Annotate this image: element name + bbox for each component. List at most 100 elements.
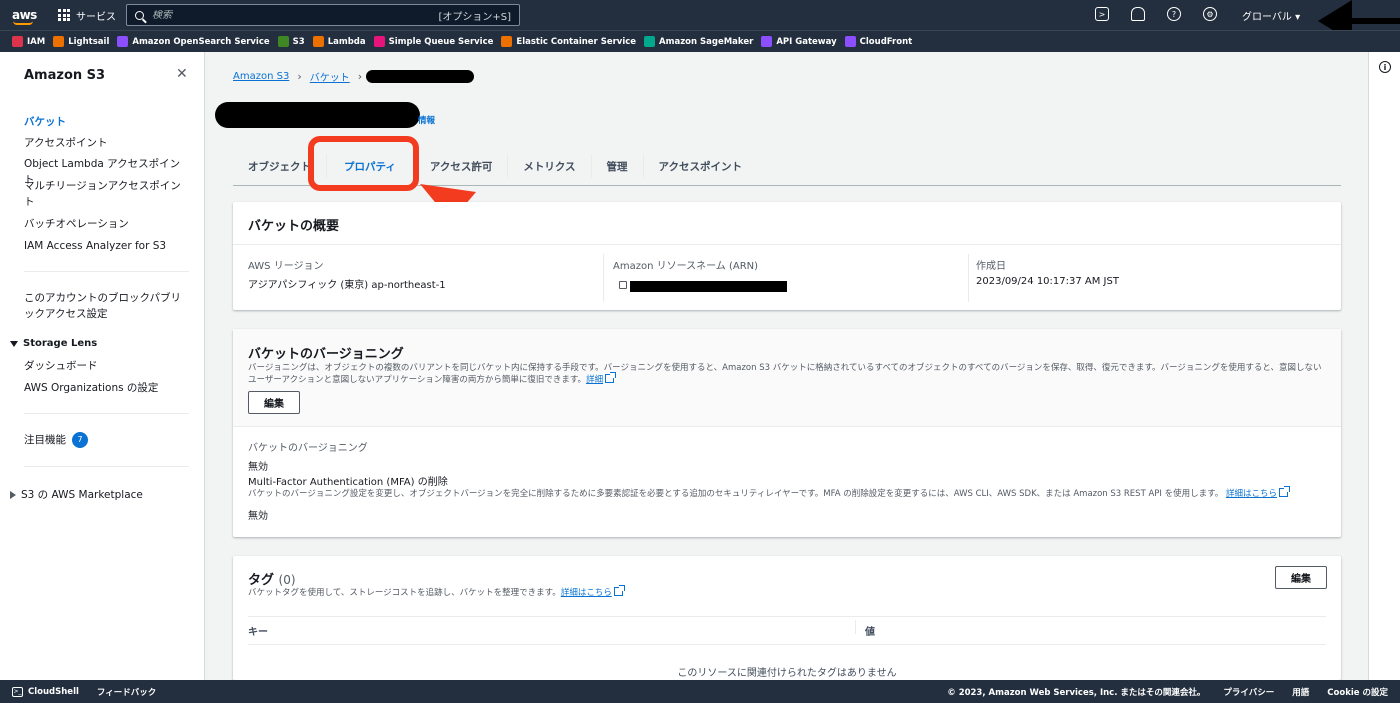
close-icon[interactable]: ✕ xyxy=(176,66,188,82)
sidebar-item-organizations[interactable]: AWS Organizations の設定 xyxy=(24,380,184,396)
search-input[interactable] xyxy=(152,9,432,21)
favorite-item[interactable]: Lambda xyxy=(312,36,366,47)
favorite-label: IAM xyxy=(27,36,46,47)
favorite-label: CloudFront xyxy=(859,36,913,47)
region-selector[interactable]: グローバル ▾ xyxy=(1242,8,1300,23)
favorite-label: Elastic Container Service xyxy=(516,36,637,47)
divider xyxy=(233,426,1341,427)
versioning-status-value: 無効 xyxy=(248,462,268,473)
footer: >_ CloudShell フィードバック © 2023, Amazon Web… xyxy=(0,680,1400,703)
favorite-item[interactable]: Amazon OpenSearch Service xyxy=(117,36,270,47)
breadcrumb: Amazon S3 › バケット › xyxy=(233,69,362,84)
favorite-label: Lambda xyxy=(327,36,366,47)
overview-panel: バケットの概要 AWS リージョン アジアパシフィック (東京) ap-nort… xyxy=(233,202,1341,310)
sidebar-divider xyxy=(24,466,189,467)
tab-permissions[interactable]: アクセス許可 xyxy=(415,154,509,178)
info-icon[interactable]: i xyxy=(1379,61,1391,73)
tags-title-text: タグ xyxy=(248,573,275,588)
favorite-label: API Gateway xyxy=(776,36,837,47)
tags-edit-button[interactable]: 編集 xyxy=(1275,566,1327,589)
services-label: サービス xyxy=(76,11,116,23)
chevron-right-icon: › xyxy=(357,70,363,83)
column-header-key[interactable]: キー xyxy=(248,623,268,638)
bell-icon[interactable] xyxy=(1131,7,1145,21)
mfa-delete-value: 無効 xyxy=(248,511,268,522)
footer-feedback[interactable]: フィードバック xyxy=(97,686,156,698)
footer-cookie-settings[interactable]: Cookie の設定 xyxy=(1327,686,1388,698)
external-link-icon xyxy=(1279,486,1290,497)
search-shortcut: [オプション+S] xyxy=(438,11,511,23)
sidebar-item-featured[interactable]: 注目機能 7 xyxy=(24,432,184,448)
aws-logo[interactable]: aws xyxy=(12,8,38,25)
sidebar-divider xyxy=(24,271,189,272)
tags-desc-text: バケットタグを使用して、ストレージコストを追跡し、バケットを整理できます。 xyxy=(248,588,561,598)
versioning-edit-button[interactable]: 編集 xyxy=(248,391,300,414)
column-header-value[interactable]: 値 xyxy=(865,623,875,638)
tab-metrics[interactable]: メトリクス xyxy=(508,154,592,178)
tab-access-points[interactable]: アクセスポイント xyxy=(644,154,757,178)
help-panel-rail: i xyxy=(1368,52,1400,680)
favorite-item[interactable]: CloudFront xyxy=(844,36,913,47)
sidebar-item-block-public-access[interactable]: このアカウントのブロックパブリックアクセス設定 xyxy=(24,290,184,322)
sidebar-item-dashboard[interactable]: ダッシュボード xyxy=(24,358,184,374)
caret-down-icon xyxy=(10,340,18,347)
services-menu-button[interactable]: サービス xyxy=(58,8,116,23)
tags-panel: タグ (0) バケットタグを使用して、ストレージコストを追跡し、バケットを整理で… xyxy=(233,556,1341,680)
mfa-learn-more-link[interactable]: 詳細はこちら xyxy=(1226,489,1277,499)
tags-title: タグ (0) xyxy=(248,569,296,588)
redacted-arn xyxy=(630,281,787,292)
footer-cloudshell[interactable]: CloudShell xyxy=(28,687,79,697)
gear-icon[interactable]: ⚙ xyxy=(1203,7,1217,21)
sidebar: Amazon S3 ✕ バケット アクセスポイント Object Lambda … xyxy=(0,52,205,680)
service-icon xyxy=(12,36,23,47)
sidebar-section-storage-lens[interactable]: Storage Lens xyxy=(10,338,97,349)
chevron-right-icon: › xyxy=(297,70,302,83)
created-value: 2023/09/24 10:17:37 AM JST xyxy=(976,276,1119,287)
featured-label: 注目機能 xyxy=(24,434,66,446)
favorite-item[interactable]: Elastic Container Service xyxy=(501,36,636,47)
divider xyxy=(968,254,969,302)
favorite-item[interactable]: API Gateway xyxy=(761,36,837,47)
footer-privacy[interactable]: プライバシー xyxy=(1223,686,1274,698)
breadcrumb-buckets[interactable]: バケット xyxy=(310,69,350,84)
favorite-item[interactable]: IAM xyxy=(12,36,45,47)
marketplace-label: S3 の AWS Marketplace xyxy=(21,489,143,501)
sidebar-item-batch-operations[interactable]: バッチオペレーション xyxy=(24,216,184,232)
arn-label: Amazon リソースネーム (ARN) xyxy=(613,261,759,272)
cloudshell-icon[interactable]: >_ xyxy=(12,686,23,697)
tab-management[interactable]: 管理 xyxy=(592,154,644,178)
footer-terms[interactable]: 用語 xyxy=(1292,686,1309,698)
divider xyxy=(233,244,1341,245)
favorite-label: Amazon OpenSearch Service xyxy=(132,36,270,47)
breadcrumb-s3[interactable]: Amazon S3 xyxy=(233,71,289,82)
sidebar-title: Amazon S3 xyxy=(24,68,106,83)
annotation-highlight-box xyxy=(308,136,419,191)
favorite-label: Simple Queue Service xyxy=(388,36,494,47)
service-icon xyxy=(117,36,129,47)
divider xyxy=(248,616,1326,617)
overview-title: バケットの概要 xyxy=(248,219,340,234)
versioning-desc-text: バージョニングは、オブジェクトの複数のバリアントを同じバケット内に保持する手段で… xyxy=(248,363,1322,385)
search-box[interactable]: [オプション+S] xyxy=(126,4,520,26)
copy-icon[interactable] xyxy=(619,281,627,289)
versioning-description: バージョニングは、オブジェクトの複数のバリアントを同じバケット内に保持する手段で… xyxy=(248,362,1328,386)
info-link[interactable]: 情報 xyxy=(418,114,435,126)
sidebar-item-multi-region[interactable]: マルチリージョンアクセスポイント xyxy=(24,178,184,210)
favorite-item[interactable]: Simple Queue Service xyxy=(373,36,494,47)
mfa-desc-text: バケットのバージョニング設定を変更し、オブジェクトバージョンを完全に削除するため… xyxy=(248,489,1224,499)
sidebar-item-buckets[interactable]: バケット xyxy=(24,114,184,130)
sidebar-item-access-points[interactable]: アクセスポイント xyxy=(24,135,184,151)
favorite-item[interactable]: S3 xyxy=(277,36,305,47)
sidebar-section-marketplace[interactable]: S3 の AWS Marketplace xyxy=(10,487,143,502)
versioning-status-label: バケットのバージョニング xyxy=(248,443,368,454)
sidebar-divider xyxy=(24,413,189,414)
favorite-item[interactable]: Amazon SageMaker xyxy=(644,36,753,47)
tags-learn-more-link[interactable]: 詳細はこちら xyxy=(561,588,612,598)
service-icon xyxy=(761,36,773,47)
sidebar-item-access-analyzer[interactable]: IAM Access Analyzer for S3 xyxy=(24,238,184,254)
cloudshell-icon[interactable]: > xyxy=(1095,7,1109,21)
help-icon[interactable]: ? xyxy=(1167,7,1181,21)
created-label: 作成日 xyxy=(976,261,1006,272)
favorite-item[interactable]: Lightsail xyxy=(53,36,109,47)
versioning-learn-more-link[interactable]: 詳細 xyxy=(586,375,603,385)
